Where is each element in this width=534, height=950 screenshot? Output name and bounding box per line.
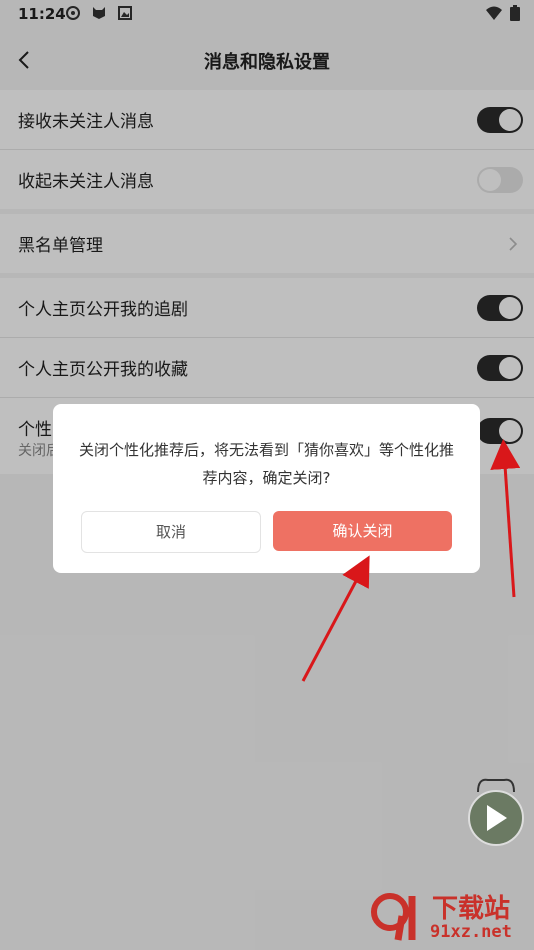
cat-ears-icon: [477, 778, 515, 792]
watermark-site-name: 下载站: [432, 894, 511, 924]
watermark-domain: 91xz.net: [430, 922, 512, 942]
watermark: 下载站 91xz.net: [360, 882, 530, 946]
play-icon: [487, 805, 507, 831]
confirm-close-button[interactable]: 确认关闭: [273, 511, 452, 551]
floating-video-player[interactable]: [468, 778, 524, 846]
91-logo-icon: [371, 893, 416, 941]
confirm-dialog: 关闭个性化推荐后，将无法看到「猜你喜欢」等个性化推荐内容，确定关闭? 取消 确认…: [53, 404, 480, 573]
dialog-message: 关闭个性化推荐后，将无法看到「猜你喜欢」等个性化推荐内容，确定关闭?: [79, 441, 455, 487]
cancel-button[interactable]: 取消: [81, 511, 261, 553]
